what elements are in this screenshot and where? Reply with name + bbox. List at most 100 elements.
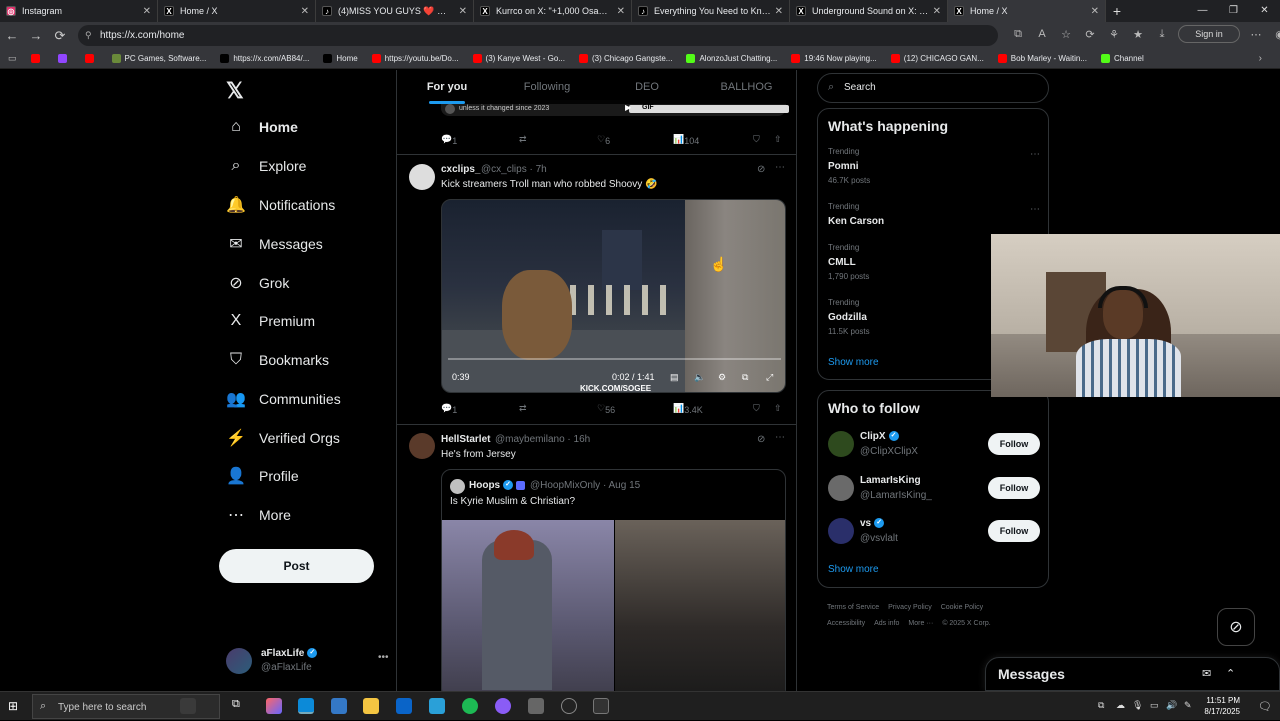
footer-link[interactable]: Ads info bbox=[874, 620, 899, 627]
repost-icon[interactable]: ⇄ bbox=[519, 134, 527, 145]
search-input[interactable]: ⌕ Search bbox=[817, 73, 1049, 103]
split-screen-icon[interactable]: ⚘ bbox=[1102, 28, 1126, 41]
bookmark-item[interactable]: Bob Marley - Waitin... bbox=[997, 54, 1087, 63]
quote-image-2[interactable]: 11 bbox=[615, 520, 785, 691]
clock[interactable]: 11:51 PM 8/17/2025 bbox=[1190, 695, 1240, 717]
nav-item-messages[interactable]: ✉ Messages bbox=[226, 229, 323, 259]
tweet-more-icon[interactable]: ⋯ bbox=[775, 432, 785, 443]
avatar[interactable] bbox=[409, 433, 435, 459]
grok-fab-button[interactable]: ⊘ bbox=[1217, 608, 1255, 646]
nav-item-more[interactable]: ⋯ More bbox=[226, 500, 291, 530]
back-icon[interactable]: ← bbox=[0, 28, 24, 43]
copilot-taskbar-icon[interactable] bbox=[266, 698, 282, 714]
follow-suggestion[interactable]: ClipX ✓ @ClipXClipX Follow bbox=[828, 429, 1040, 463]
account-more-icon[interactable]: ••• bbox=[378, 652, 389, 663]
video-player[interactable]: 0:39 0:02 / 1:41 ▤ 🔈 ⚙ ⧉ ⤢ KICK.COM/SOGE… bbox=[441, 199, 786, 393]
search-highlight-icon[interactable] bbox=[180, 698, 196, 714]
edge-icon[interactable] bbox=[298, 698, 314, 714]
close-tab-icon[interactable]: ✕ bbox=[459, 6, 467, 17]
sign-in-button[interactable]: Sign in bbox=[1178, 25, 1240, 43]
network-icon[interactable]: ▭ bbox=[1150, 700, 1159, 711]
extensions-icon[interactable]: ⟳ bbox=[1078, 28, 1102, 41]
volume-icon[interactable]: 🔈 bbox=[694, 372, 705, 383]
video-progress-bar[interactable] bbox=[448, 358, 781, 360]
tray-icon[interactable]: ☁ bbox=[1116, 700, 1125, 711]
author-handle[interactable]: @maybemilano · 16h bbox=[495, 434, 590, 445]
expand-chevron-icon[interactable]: ⌃ bbox=[1226, 667, 1235, 680]
nav-item-home[interactable]: ⌂ Home bbox=[226, 112, 298, 142]
install-app-icon[interactable]: ⧉ bbox=[1006, 28, 1030, 41]
show-more-link[interactable]: Show more bbox=[828, 357, 879, 368]
nav-item-premium[interactable]: X Premium bbox=[226, 306, 315, 336]
copilot-icon[interactable]: ◉ bbox=[1268, 28, 1280, 41]
nav-item-explore[interactable]: ⌕ Explore bbox=[226, 151, 307, 181]
x-logo-icon[interactable]: 𝕏 bbox=[226, 78, 244, 104]
footer-link[interactable]: Accessibility bbox=[827, 620, 865, 627]
trend-item[interactable]: Trending Pomni 46.7K posts ⋯ bbox=[828, 147, 1040, 191]
messages-dock[interactable]: Messages ✉ ⌃ bbox=[985, 657, 1280, 691]
follow-button[interactable]: Follow bbox=[988, 433, 1040, 455]
share-icon[interactable]: ⇧ bbox=[774, 134, 782, 145]
close-tab-icon[interactable]: ✕ bbox=[301, 6, 309, 17]
url-field[interactable]: ⚲ https://x.com/home bbox=[78, 25, 998, 46]
browser-tab[interactable]: X Underground Sound on X: "Osan ✕ bbox=[790, 0, 948, 22]
photos-icon[interactable] bbox=[429, 698, 445, 714]
follow-suggestion[interactable]: LamarIsKing @LamarIsKing_ Follow bbox=[828, 473, 1040, 507]
repost-icon[interactable]: ⇄ bbox=[519, 403, 527, 414]
new-tab-button[interactable]: + bbox=[1106, 0, 1128, 22]
close-tab-icon[interactable]: ✕ bbox=[617, 6, 625, 17]
like-button[interactable]: ♡ 6 bbox=[597, 134, 610, 146]
bookmark-item[interactable]: (12) CHICAGO GAN... bbox=[890, 54, 984, 63]
bookmark-item[interactable]: AlonzoJust Chatting... bbox=[686, 54, 777, 63]
nav-item-communities[interactable]: 👥 Communities bbox=[226, 384, 341, 414]
quote-image-1[interactable] bbox=[442, 520, 614, 691]
bookmark-item[interactable]: (3) Chicago Gangste... bbox=[578, 54, 672, 63]
nav-item-bookmarks[interactable]: ⛉ Bookmarks bbox=[226, 345, 329, 375]
tab-for-you[interactable]: For you bbox=[397, 70, 497, 104]
file-explorer-icon[interactable] bbox=[363, 698, 379, 714]
browser-tab[interactable]: ♪ (4)MISS YOU GUYS ❤️ ❤️ @Dam ✕ bbox=[316, 0, 474, 22]
footer-link[interactable]: More ··· bbox=[908, 620, 933, 627]
tab-deo[interactable]: DEO bbox=[597, 70, 697, 104]
close-tab-icon[interactable]: ✕ bbox=[143, 6, 151, 17]
grok-explain-icon[interactable]: ⊘ bbox=[757, 164, 765, 175]
settings-icon[interactable]: ⚙ bbox=[718, 372, 726, 383]
quoted-tweet[interactable]: Hoops ✓ @HoopMixOnly · Aug 15 Is Kyrie Mu… bbox=[441, 469, 786, 691]
footer-link[interactable]: Privacy Policy bbox=[888, 604, 932, 611]
bookmark-item[interactable]: PC Games, Software... bbox=[111, 54, 206, 63]
volume-icon[interactable]: 🔊 bbox=[1166, 700, 1177, 711]
mic-icon[interactable]: 🎙 bbox=[1132, 700, 1143, 711]
site-info-icon[interactable]: ⚲ bbox=[85, 25, 92, 46]
views-button[interactable]: 📊 3.4K bbox=[673, 403, 703, 415]
bookmark-item[interactable] bbox=[57, 54, 71, 63]
windows-start-icon[interactable]: ⊞ bbox=[8, 699, 18, 713]
task-view-icon[interactable]: ⧉ bbox=[232, 698, 248, 714]
refresh-icon[interactable]: ⟳ bbox=[48, 28, 72, 44]
bookmark-item[interactable]: Home bbox=[323, 54, 358, 63]
follow-button[interactable]: Follow bbox=[988, 520, 1040, 542]
bookmark-icon[interactable]: ⛉ bbox=[753, 134, 760, 145]
read-aloud-icon[interactable]: A bbox=[1030, 28, 1054, 40]
bookmark-item[interactable]: https://youtu.be/Do... bbox=[371, 54, 459, 63]
trend-more-icon[interactable]: ⋯ bbox=[1030, 149, 1040, 160]
follow-button[interactable]: Follow bbox=[988, 477, 1040, 499]
browser-tab[interactable]: X Home / X ✕ bbox=[948, 0, 1106, 22]
footer-link[interactable]: Terms of Service bbox=[827, 604, 879, 611]
captions-icon[interactable]: ▤ bbox=[670, 372, 679, 383]
trend-more-icon[interactable]: ⋯ bbox=[1030, 204, 1040, 215]
post-button[interactable]: Post bbox=[219, 549, 374, 583]
bookmark-item[interactable]: 19:46 Now playing... bbox=[791, 54, 877, 63]
nav-item-grok[interactable]: ⊘ Grok bbox=[226, 268, 289, 298]
notifications-icon[interactable]: 🗨 bbox=[1258, 700, 1272, 713]
play-icon[interactable]: ▶ bbox=[625, 103, 631, 112]
nav-item-notifications[interactable]: 🔔 Notifications bbox=[226, 190, 335, 220]
reply-button[interactable]: 💬 1 bbox=[441, 134, 457, 146]
bookmark-item[interactable]: https://x.com/AB84/... bbox=[220, 54, 309, 63]
nav-item-verified-orgs[interactable]: ⚡ Verified Orgs bbox=[226, 423, 340, 453]
app-icon[interactable] bbox=[593, 698, 609, 714]
pip-icon[interactable]: ⧉ bbox=[742, 372, 748, 383]
browser-tab[interactable]: X Home / X ✕ bbox=[158, 0, 316, 22]
bookmark-icon[interactable]: ⛉ bbox=[753, 403, 760, 414]
app-icon[interactable] bbox=[528, 698, 544, 714]
close-tab-icon[interactable]: ✕ bbox=[775, 6, 783, 17]
